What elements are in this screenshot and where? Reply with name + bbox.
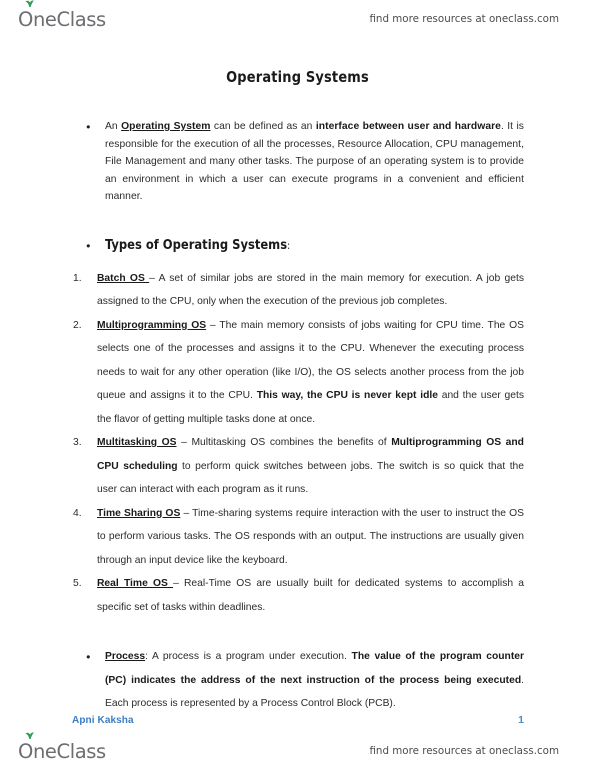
watermark-footer: OneClass find more resources at oneclass…	[0, 731, 595, 768]
intro-paragraph: An Operating System can be defined as an…	[105, 118, 524, 206]
document-page: Operating Systems An Operating System ca…	[0, 0, 595, 770]
os-type-term: Batch OS	[97, 272, 150, 284]
list-item: Process: A process is a program under ex…	[72, 645, 524, 716]
os-type-bold: This way, the CPU is never kept idle	[256, 390, 438, 401]
os-types-list: Batch OS – A set of similar jobs are sto…	[72, 267, 524, 620]
intro-part3: . It is responsible for the execution of…	[105, 121, 524, 202]
list-item: Batch OS – A set of similar jobs are sto…	[72, 267, 524, 314]
footer-brand: Apni Kaksha	[72, 715, 134, 726]
process-text1: : A process is a program under execution…	[145, 651, 352, 662]
os-type-text-before: The main memory consists of jobs waiting…	[97, 319, 524, 402]
document-content: An Operating System can be defined as an…	[72, 118, 524, 716]
os-type-dash: –	[173, 578, 184, 589]
page-title: Operating Systems	[226, 68, 369, 86]
leaf-icon	[24, 731, 34, 739]
watermark-tagline-footer: find more resources at oneclass.com	[369, 745, 559, 757]
list-item: Multitasking OS – Multitasking OS combin…	[72, 431, 524, 502]
os-type-dash: –	[149, 272, 159, 284]
section-heading: Types of Operating Systems:	[105, 236, 503, 255]
os-type-term: Real Time OS	[97, 578, 174, 589]
os-type-dash: –	[180, 507, 193, 519]
list-item: Types of Operating Systems:	[72, 236, 524, 256]
os-type-text-before: Multitasking OS combines the benefits of	[191, 437, 392, 448]
os-type-term: Multiprogramming OS	[97, 319, 207, 331]
os-type-dash: –	[206, 319, 220, 331]
list-item: An Operating System can be defined as an…	[72, 118, 524, 206]
term-operating-system: Operating System	[121, 121, 211, 132]
section-heading-list: Types of Operating Systems:	[72, 236, 524, 256]
section-heading-colon: :	[287, 239, 291, 252]
page-number: 1	[518, 714, 524, 726]
document-footer: Apni Kaksha 1	[72, 714, 524, 726]
process-bullet-list: Process: A process is a program under ex…	[72, 645, 524, 716]
os-type-term: Multitasking OS	[97, 437, 177, 448]
intro-part2: can be defined as an	[210, 121, 316, 132]
oneclass-logo-text: OneClass	[18, 739, 106, 763]
intro-bullet-list: An Operating System can be defined as an…	[72, 118, 524, 206]
list-item: Real Time OS – Real-Time OS are usually …	[72, 572, 524, 619]
os-type-dash: –	[176, 437, 192, 448]
os-type-term: Time Sharing OS	[97, 507, 181, 519]
list-item: Time Sharing OS – Time-sharing systems r…	[72, 502, 524, 573]
process-paragraph: Process: A process is a program under ex…	[105, 645, 524, 716]
intro-bold: interface between user and hardware	[315, 121, 501, 132]
oneclass-logo-footer: OneClass	[18, 731, 106, 768]
os-type-text: A set of similar jobs are stored in the …	[97, 272, 524, 308]
list-item: Multiprogramming OS – The main memory co…	[72, 314, 524, 432]
term-process: Process	[105, 651, 146, 662]
intro-part1: An	[105, 121, 122, 132]
section-heading-text: Types of Operating Systems	[105, 236, 288, 253]
